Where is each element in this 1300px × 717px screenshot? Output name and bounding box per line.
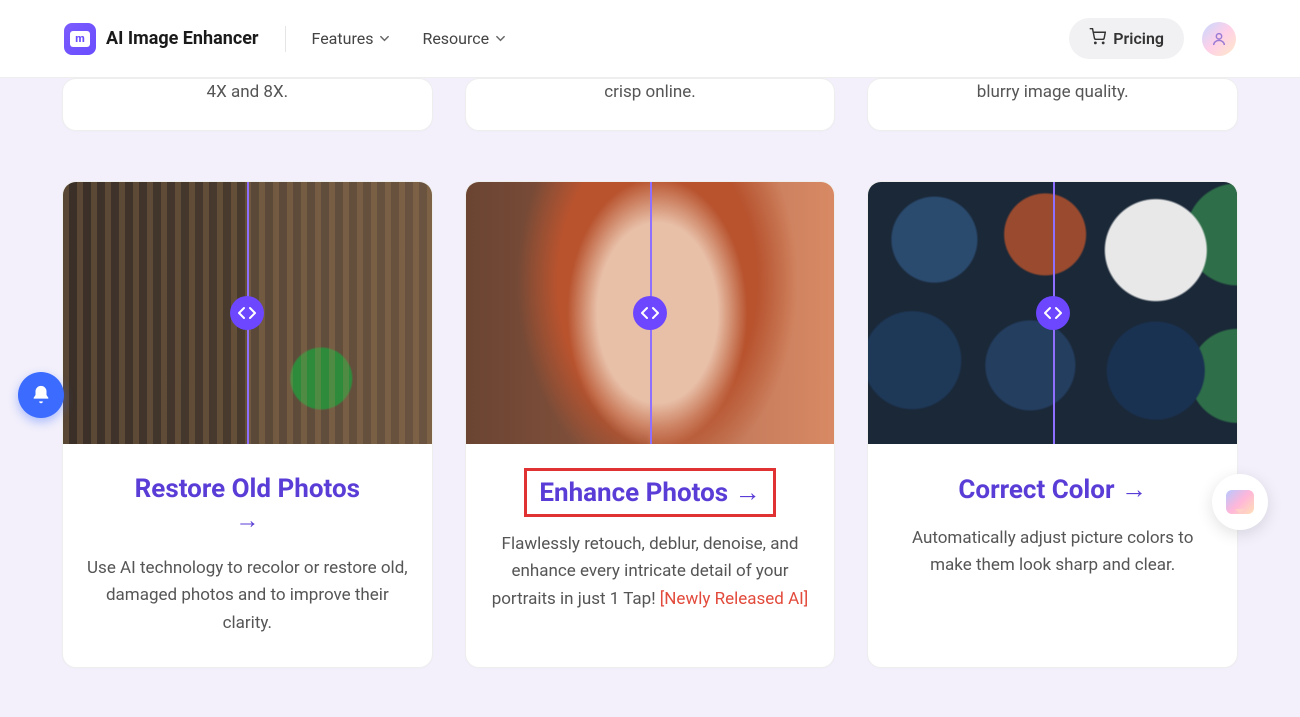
header-right: Pricing <box>1069 18 1236 59</box>
feature-row-top: 4X and 8X. crisp online. blurry image qu… <box>62 78 1238 131</box>
card-desc-tail: blurry image quality. <box>888 79 1217 106</box>
card-correct-color: Correct Color → Automatically adjust pic… <box>867 181 1238 668</box>
card-description: Automatically adjust picture colors to m… <box>892 525 1213 579</box>
header: m AI Image Enhancer Features Resource Pr… <box>0 0 1300 78</box>
card-title-text: Restore Old Photos <box>135 474 360 504</box>
nav-features-label: Features <box>312 29 374 48</box>
notifications-button[interactable] <box>18 372 64 418</box>
logo[interactable]: m AI Image Enhancer <box>64 23 259 55</box>
avatar[interactable] <box>1202 22 1236 56</box>
feature-card-partial: 4X and 8X. <box>62 78 433 131</box>
chat-button[interactable] <box>1212 474 1268 530</box>
chevron-down-icon <box>495 33 506 44</box>
chat-icon <box>1226 490 1254 514</box>
brand-text: AI Image Enhancer <box>106 28 259 49</box>
comparison-image <box>466 182 835 444</box>
chevron-down-icon <box>379 33 390 44</box>
comparison-image <box>63 182 432 444</box>
card-title-text: Enhance Photos → <box>539 478 760 508</box>
slider-handle[interactable] <box>1036 296 1070 330</box>
card-desc-tail: crisp online. <box>486 79 815 106</box>
comparison-image <box>868 182 1237 444</box>
nav: Features Resource <box>312 29 507 48</box>
nav-resource[interactable]: Resource <box>422 29 506 48</box>
divider <box>285 26 286 52</box>
feature-card-partial: blurry image quality. <box>867 78 1238 131</box>
card-title-link[interactable]: Restore Old Photos → <box>123 468 372 541</box>
cart-icon <box>1089 28 1106 49</box>
feature-card-partial: crisp online. <box>465 78 836 131</box>
card-enhance-photos: Enhance Photos → Flawlessly retouch, deb… <box>465 181 836 668</box>
pricing-label: Pricing <box>1113 29 1164 48</box>
nav-resource-label: Resource <box>422 29 489 48</box>
logo-icon: m <box>64 23 96 55</box>
card-description: Use AI technology to recolor or restore … <box>87 555 408 637</box>
feature-row: Restore Old Photos → Use AI technology t… <box>62 181 1238 668</box>
arrow-icon: → <box>135 506 360 535</box>
slider-handle[interactable] <box>230 296 264 330</box>
card-restore-old-photos: Restore Old Photos → Use AI technology t… <box>62 181 433 668</box>
card-desc-tag: [Newly Released AI] <box>660 589 809 609</box>
card-desc-tail: 4X and 8X. <box>83 79 412 106</box>
card-title-link[interactable]: Enhance Photos → <box>524 468 775 517</box>
card-description: Flawlessly retouch, deblur, denoise, and… <box>490 531 811 613</box>
card-title-link[interactable]: Correct Color → <box>946 468 1159 511</box>
card-title-text: Correct Color → <box>958 475 1147 505</box>
slider-handle[interactable] <box>633 296 667 330</box>
pricing-button[interactable]: Pricing <box>1069 18 1184 59</box>
nav-features[interactable]: Features <box>312 29 391 48</box>
